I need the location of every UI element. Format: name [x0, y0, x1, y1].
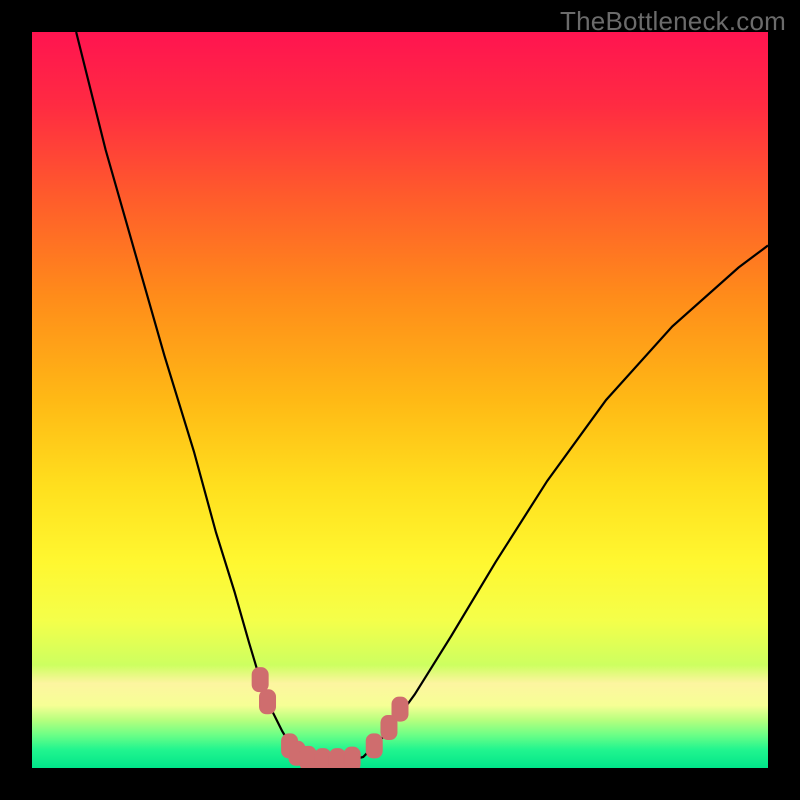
chart-svg: [32, 32, 768, 768]
gradient-background: [32, 32, 768, 768]
curve-marker: [300, 746, 316, 768]
curve-marker: [315, 749, 331, 768]
curve-marker: [252, 668, 268, 692]
curve-marker: [329, 749, 345, 768]
chart-frame: TheBottleneck.com: [0, 0, 800, 800]
curve-marker: [392, 697, 408, 721]
curve-marker: [366, 734, 382, 758]
curve-marker: [344, 747, 360, 768]
curve-marker: [260, 690, 276, 714]
plot-area: [32, 32, 768, 768]
